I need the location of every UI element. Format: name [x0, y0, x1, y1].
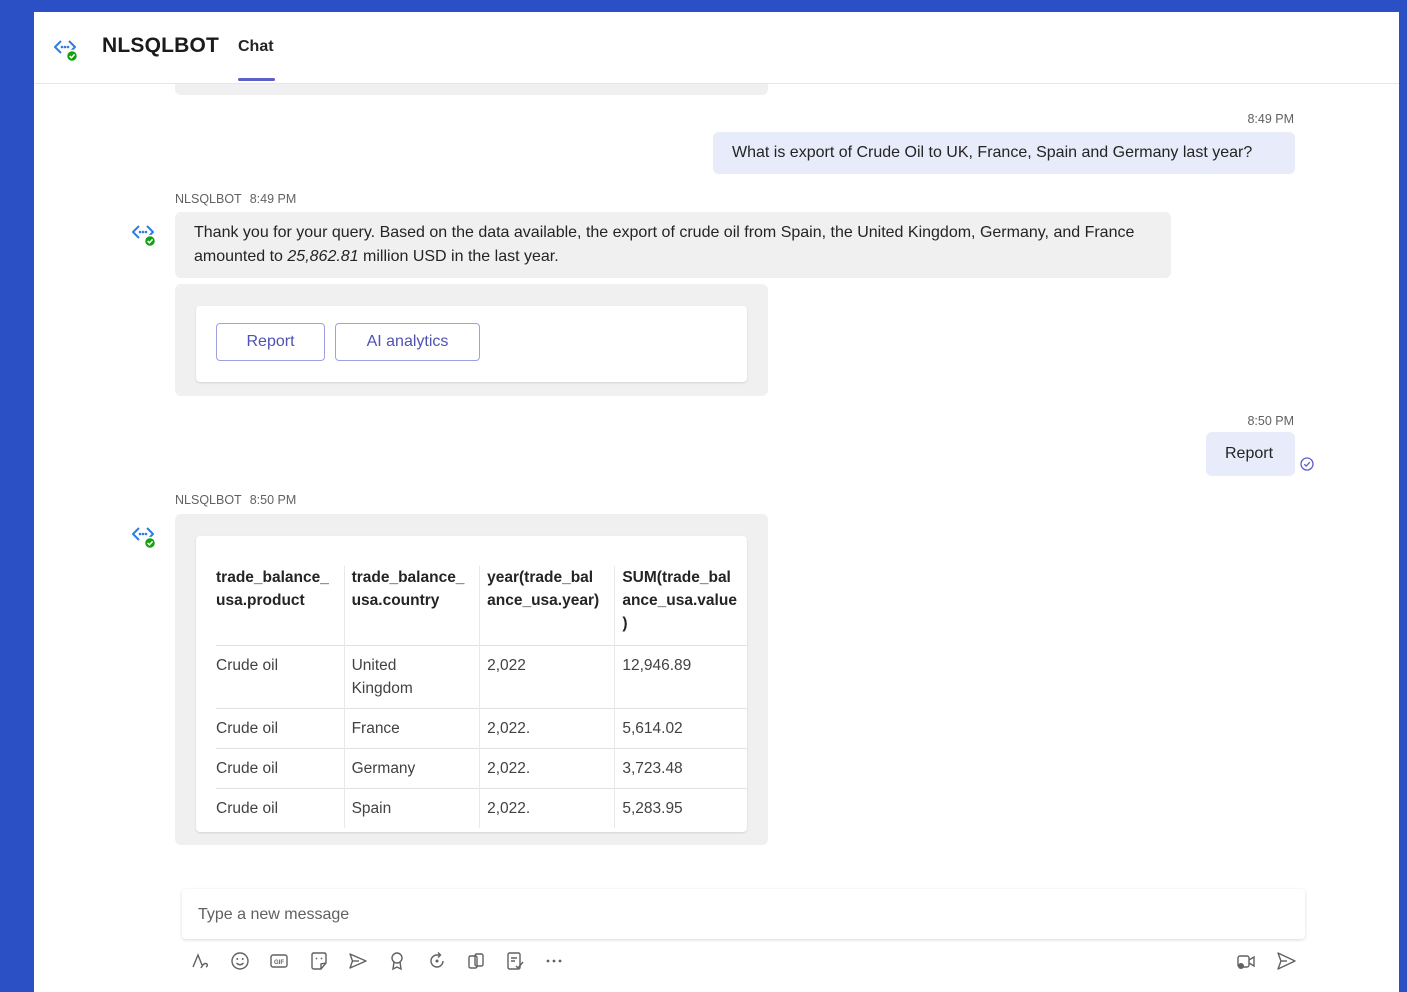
- apps-icon[interactable]: [464, 949, 488, 973]
- table-row: Crude oil United Kingdom 2,022 12,946.89: [216, 645, 747, 709]
- header-text: year(trade_bal ance_usa.year): [487, 569, 600, 609]
- message-input[interactable]: [196, 902, 1290, 928]
- bot-text-value: 25,862.81: [287, 248, 359, 265]
- schedule-send-icon[interactable]: [346, 949, 370, 973]
- table-cell: France: [343, 708, 480, 749]
- bot-text-part: million USD in the last year.: [358, 248, 559, 265]
- table-header-cell: SUM(trade_bal ance_usa.value ): [614, 566, 747, 646]
- message-timestamp: 8:50 PM: [1247, 414, 1294, 428]
- chat-window: NLSQLBOT Chat 8:49 PM What is export of …: [34, 12, 1399, 992]
- table-cell: 2,022.: [479, 788, 615, 828]
- bot-avatar-icon[interactable]: [52, 34, 82, 64]
- read-receipt-icon: [1300, 457, 1314, 471]
- table-header-cell: trade_balance_ usa.country: [343, 566, 480, 646]
- table-cell: 12,946.89: [614, 645, 747, 709]
- bot-sender-line: NLSQLBOT 8:49 PM: [175, 192, 296, 206]
- adaptive-card-body: Report AI analytics: [196, 306, 747, 382]
- table-header-cell: year(trade_bal ance_usa.year): [479, 566, 615, 646]
- bot-message-text: Thank you for your query. Based on the d…: [194, 221, 1154, 269]
- table-row: Crude oil Spain 2,022. 5,283.95: [216, 788, 747, 828]
- message-timestamp: 8:49 PM: [249, 192, 297, 206]
- approvals-icon[interactable]: [503, 949, 527, 973]
- header-text: trade_balance_ usa.product: [216, 569, 329, 609]
- sender-name: NLSQLBOT: [175, 192, 242, 206]
- adaptive-card: trade_balance_ usa.product trade_balance…: [175, 514, 768, 845]
- user-message-text: What is export of Crude Oil to UK, Franc…: [732, 144, 1253, 161]
- table-cell: Crude oil: [216, 748, 345, 789]
- bot-avatar-icon[interactable]: [130, 521, 160, 551]
- table-row: Crude oil Germany 2,022. 3,723.48: [216, 748, 747, 789]
- bot-message-bubble: Thank you for your query. Based on the d…: [175, 212, 1171, 278]
- bot-sender-line: NLSQLBOT 8:50 PM: [175, 493, 296, 507]
- loop-icon[interactable]: [425, 949, 449, 973]
- table-row: Crude oil France 2,022. 5,614.02: [216, 708, 747, 749]
- bot-avatar-icon[interactable]: [130, 219, 160, 249]
- praise-icon[interactable]: [385, 949, 409, 973]
- adaptive-card-body: trade_balance_ usa.product trade_balance…: [196, 536, 747, 832]
- table-header-cell: trade_balance_ usa.product: [216, 566, 344, 646]
- send-icon[interactable]: [1274, 949, 1298, 973]
- active-tab-indicator: [238, 78, 275, 81]
- result-table: trade_balance_ usa.product trade_balance…: [216, 566, 747, 828]
- table-header-row: trade_balance_ usa.product trade_balance…: [216, 566, 747, 646]
- tab-chat[interactable]: Chat: [238, 38, 274, 56]
- message-timestamp: 8:50 PM: [249, 493, 297, 507]
- table-cell: 5,283.95: [614, 788, 747, 828]
- header-text: SUM(trade_bal ance_usa.value ): [622, 569, 737, 632]
- user-message-text: Report: [1225, 445, 1274, 462]
- emoji-icon[interactable]: [228, 949, 252, 973]
- gif-icon[interactable]: GIF: [267, 949, 291, 973]
- video-clip-icon[interactable]: [1234, 949, 1258, 973]
- compose-box: [182, 889, 1305, 939]
- table-cell: Germany: [343, 748, 480, 789]
- table-cell: 2,022.: [479, 748, 615, 789]
- table-cell: 2,022: [479, 645, 615, 709]
- adaptive-card: Report AI analytics: [175, 284, 768, 396]
- table-cell: Crude oil: [216, 645, 345, 709]
- format-icon[interactable]: [188, 949, 212, 973]
- more-options-icon[interactable]: [542, 949, 566, 973]
- chat-header: NLSQLBOT Chat: [34, 12, 1399, 84]
- sender-name: NLSQLBOT: [175, 493, 242, 507]
- table-cell: 5,614.02: [614, 708, 747, 749]
- table-cell: 2,022.: [479, 708, 615, 749]
- cell-text: United Kingdom: [351, 657, 413, 697]
- table-cell: United Kingdom: [343, 645, 480, 709]
- report-button[interactable]: Report: [216, 323, 325, 361]
- table-cell: Crude oil: [216, 788, 345, 828]
- user-message-bubble: What is export of Crude Oil to UK, Franc…: [713, 132, 1295, 174]
- table-cell: 3,723.48: [614, 748, 747, 789]
- table-cell: Crude oil: [216, 708, 345, 749]
- header-text: trade_balance_ usa.country: [351, 569, 465, 609]
- app-title: NLSQLBOT: [102, 34, 220, 57]
- ai-analytics-button[interactable]: AI analytics: [335, 323, 480, 361]
- user-message-bubble: Report: [1206, 432, 1295, 476]
- svg-text:GIF: GIF: [274, 960, 284, 966]
- message-timestamp: 8:49 PM: [1247, 112, 1294, 126]
- table-cell: Spain: [343, 788, 480, 828]
- sticker-icon[interactable]: [307, 949, 331, 973]
